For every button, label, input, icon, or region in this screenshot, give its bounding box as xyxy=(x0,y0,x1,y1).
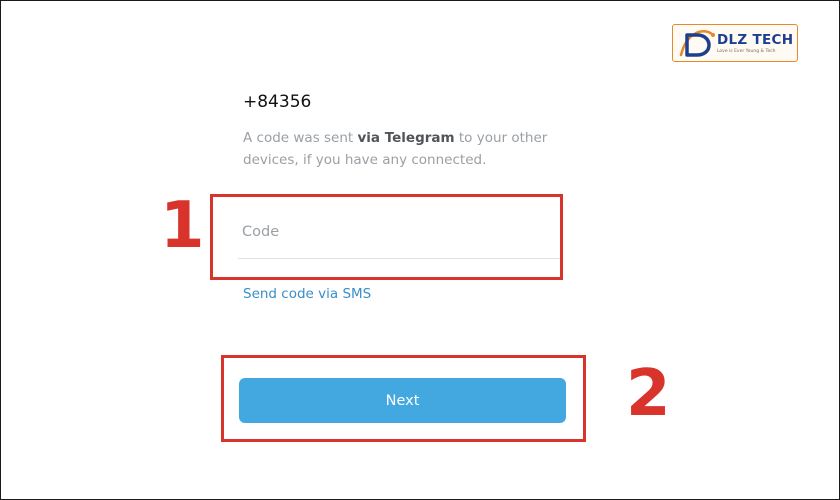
highlight-box-next-button xyxy=(221,355,586,442)
logo-brand-text: DLZ TECH xyxy=(717,32,794,48)
step-number-2: 2 xyxy=(626,357,671,431)
send-code-via-sms-link[interactable]: Send code via SMS xyxy=(243,286,371,302)
code-sent-message: A code was sent via Telegram to your oth… xyxy=(243,127,563,171)
message-prefix: A code was sent xyxy=(243,130,358,146)
message-highlight: via Telegram xyxy=(357,130,455,146)
logo-tagline: Love is Ever Young & Tech xyxy=(717,49,776,54)
step-number-1: 1 xyxy=(160,189,205,263)
highlight-box-code-field xyxy=(210,194,563,280)
logo-mark-icon xyxy=(679,30,715,57)
dlz-tech-logo: DLZ TECH Love is Ever Young & Tech xyxy=(672,24,798,62)
phone-number: +84356 xyxy=(243,92,312,112)
